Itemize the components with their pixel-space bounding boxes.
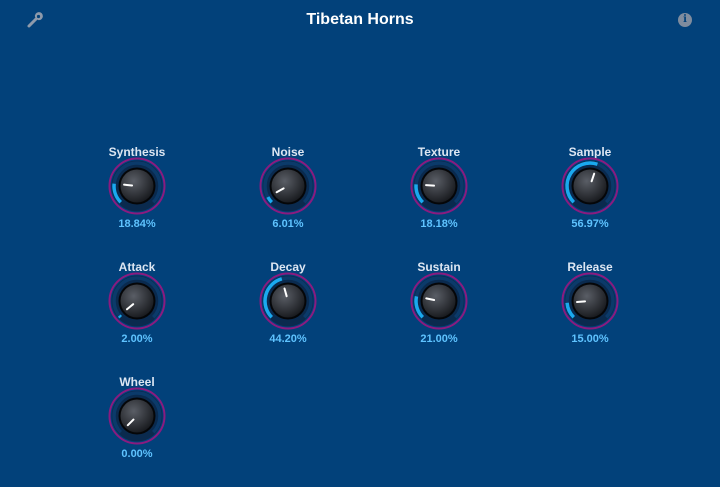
param-texture: Texture 18.18% [379,145,499,257]
sustain-knob[interactable] [410,272,468,330]
param-value: 18.18% [420,218,458,230]
wheel-knob[interactable] [108,387,166,445]
param-synthesis: Synthesis 18.84% [77,145,197,257]
knob-cap [573,169,607,203]
param-value: 15.00% [571,333,609,345]
param-value: 2.00% [121,333,153,345]
param-sample: Sample 56.97% [530,145,650,257]
param-value: 18.84% [118,218,156,230]
param-value: 0.00% [121,448,153,460]
param-wheel: Wheel 0.00% [77,375,197,487]
knob-cap [120,169,154,203]
info-icon[interactable]: i [678,13,692,27]
decay-knob[interactable] [259,272,317,330]
texture-knob[interactable] [410,157,468,215]
noise-knob[interactable] [259,157,317,215]
plugin-title: Tibetan Horns [306,11,414,28]
param-decay: Decay 44.20% [228,260,348,372]
release-knob[interactable] [561,272,619,330]
param-value: 6.01% [272,218,304,230]
param-value: 21.00% [420,333,458,345]
knob-cap [422,284,456,318]
attack-knob[interactable] [108,272,166,330]
sample-knob[interactable] [561,157,619,215]
param-value: 56.97% [571,218,609,230]
knob-cap [120,284,154,318]
param-noise: Noise 6.01% [228,145,348,257]
knob-cap [120,399,154,433]
param-attack: Attack 2.00% [77,260,197,372]
knob-cap [271,169,305,203]
knob-pointer [576,300,587,304]
knob-cap [271,284,305,318]
param-release: Release 15.00% [530,260,650,372]
knob-pointer [425,184,436,187]
header-bar: Tibetan Horns i [0,0,720,40]
knob-value-arc [117,314,122,319]
param-value: 44.20% [269,333,307,345]
knob-pointer [123,183,134,187]
synthesis-knob[interactable] [108,157,166,215]
param-sustain: Sustain 21.00% [379,260,499,372]
